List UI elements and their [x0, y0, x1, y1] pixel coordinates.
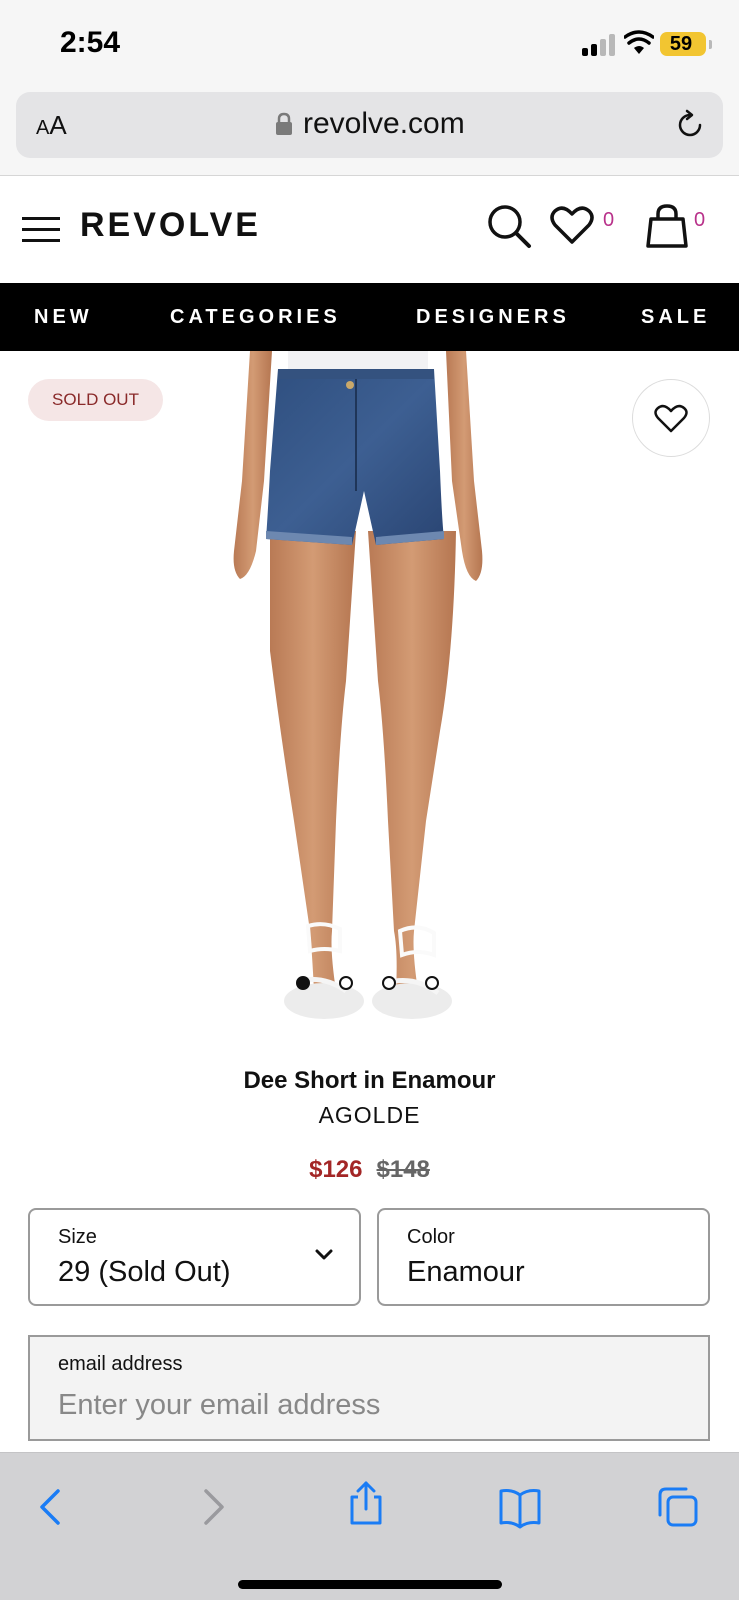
browser-toolbar [0, 1452, 739, 1600]
battery-level: 59 [669, 33, 693, 55]
email-input[interactable] [58, 1383, 678, 1427]
bookmarks-icon[interactable] [498, 1485, 542, 1529]
carousel-dot[interactable] [296, 976, 310, 990]
battery-icon: 59 [660, 32, 712, 56]
browser-address-area: AA revolve.com [0, 88, 739, 176]
nav-item-new[interactable]: NEW [34, 306, 93, 329]
chevron-down-icon [315, 1249, 333, 1260]
share-icon[interactable] [344, 1481, 388, 1525]
product-image-carousel[interactable]: SOLD OUT [0, 351, 739, 1047]
color-select[interactable]: Color Enamour [377, 1208, 710, 1306]
wifi-icon [624, 30, 654, 54]
color-label: Color [407, 1226, 455, 1248]
shopping-bag-icon[interactable] [645, 203, 689, 249]
main-nav: NEW CATEGORIES DESIGNERS SALE [0, 283, 739, 351]
heart-icon [654, 404, 688, 433]
price-row: $126 $148 [0, 1156, 739, 1184]
size-select[interactable]: Size 29 (Sold Out) [28, 1208, 361, 1306]
product-brand[interactable]: AGOLDE [0, 1102, 739, 1129]
menu-icon[interactable] [22, 217, 60, 243]
favorite-button[interactable] [632, 379, 710, 457]
bag-count: 0 [694, 209, 706, 231]
reader-settings-button[interactable]: AA [36, 110, 67, 141]
wishlist-count: 0 [603, 209, 615, 231]
sale-price: $126 [309, 1156, 363, 1183]
product-name: Dee Short in Enamour [243, 1067, 496, 1094]
forward-icon[interactable] [190, 1485, 234, 1529]
carousel-dot[interactable] [382, 976, 396, 990]
size-label: Size [58, 1226, 97, 1248]
color-value: Enamour [407, 1256, 525, 1288]
signal-icon [582, 34, 616, 56]
url-text[interactable]: revolve.com [303, 107, 465, 141]
nav-item-designers[interactable]: DESIGNERS [416, 306, 570, 329]
carousel-dot[interactable] [339, 976, 353, 990]
size-value: 29 (Sold Out) [58, 1256, 231, 1288]
email-field[interactable]: email address [28, 1335, 710, 1441]
nav-item-sale[interactable]: SALE [641, 306, 710, 329]
product-photo [233, 351, 483, 1019]
lock-icon [276, 112, 292, 135]
wishlist-icon[interactable] [550, 205, 594, 245]
address-bar[interactable]: AA revolve.com [16, 92, 723, 158]
carousel-dots [296, 976, 456, 992]
site-header: REVOLVE 0 0 [0, 177, 739, 283]
site-logo[interactable]: REVOLVE [80, 206, 261, 245]
home-indicator [238, 1580, 502, 1589]
back-icon[interactable] [30, 1485, 74, 1529]
search-icon[interactable] [486, 203, 532, 249]
status-bar: 2:54 59 [0, 0, 739, 88]
status-time: 2:54 [60, 26, 121, 59]
carousel-dot[interactable] [425, 976, 439, 990]
nav-item-categories[interactable]: CATEGORIES [170, 306, 341, 329]
tabs-icon[interactable] [656, 1485, 700, 1529]
reload-icon[interactable] [673, 108, 707, 142]
original-price: $148 [376, 1156, 430, 1183]
sold-out-badge: SOLD OUT [28, 379, 163, 421]
email-label: email address [58, 1353, 183, 1375]
